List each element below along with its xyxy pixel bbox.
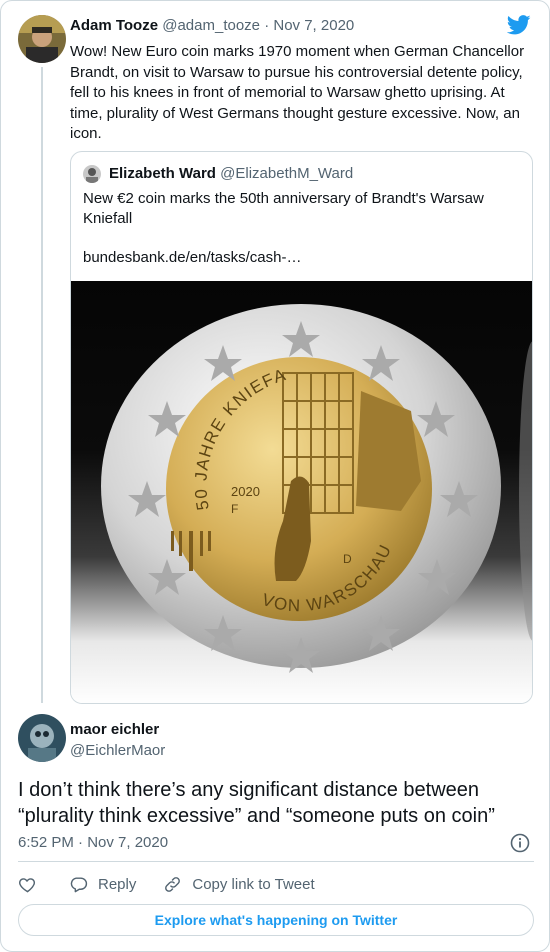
thread-connector-line: [41, 67, 43, 703]
avatar-maor-eichler[interactable]: [18, 714, 66, 762]
reply-author-handle[interactable]: @EichlerMaor: [70, 742, 165, 759]
copy-link-button[interactable]: Copy link to Tweet: [163, 875, 315, 894]
quoted-tweet-link[interactable]: bundesbank.de/en/tasks/cash-…: [83, 249, 301, 266]
parent-tweet-text: Wow! New Euro coin marks 1970 moment whe…: [70, 43, 525, 142]
quoted-tweet-text: New €2 coin marks the 50th anniversary o…: [83, 190, 484, 227]
coin-mint-mark-left: F: [231, 502, 238, 516]
author-handle[interactable]: @adam_tooze: [162, 17, 260, 34]
quoted-tweet-header: Elizabeth Ward @ElizabethM_Ward: [109, 165, 353, 182]
twitter-bird-icon[interactable]: [506, 15, 531, 35]
copy-link-label: Copy link to Tweet: [192, 875, 315, 893]
link-icon: [165, 876, 181, 892]
explore-twitter-button[interactable]: Explore what's happening on Twitter: [18, 904, 534, 936]
avatar-adam-tooze[interactable]: [18, 15, 66, 63]
action-bar: Reply Copy link to Tweet: [18, 871, 315, 897]
coin-year: 2020: [231, 484, 260, 499]
tweet-date[interactable]: Nov 7, 2020: [273, 17, 354, 34]
reply-bubble-icon: [70, 876, 88, 892]
quoted-author-display-name: Elizabeth Ward: [109, 165, 216, 182]
second-coin-edge: [519, 341, 532, 641]
divider: [18, 861, 534, 862]
reply-timestamp[interactable]: 6:52 PM · Nov 7, 2020: [18, 834, 168, 851]
quoted-author-handle: @ElizabethM_Ward: [220, 165, 354, 182]
parent-tweet-header: Adam Tooze @adam_tooze · Nov 7, 2020: [70, 17, 354, 34]
heart-icon: [19, 877, 35, 892]
reply-label: Reply: [98, 875, 137, 893]
reply-tweet-text: I don’t think there’s any significant di…: [18, 779, 495, 827]
author-display-name[interactable]: Adam Tooze: [70, 17, 158, 34]
meta-separator: ·: [260, 17, 274, 34]
info-icon[interactable]: [510, 833, 530, 853]
reply-button[interactable]: Reply: [69, 875, 136, 894]
like-button[interactable]: [18, 875, 37, 894]
quoted-tweet[interactable]: Elizabeth Ward @ElizabethM_Ward New €2 c…: [70, 151, 533, 704]
embedded-tweet-card: Adam Tooze @adam_tooze · Nov 7, 2020 Wow…: [0, 0, 550, 952]
reply-author-display-name[interactable]: maor eichler: [70, 721, 159, 738]
coin-image[interactable]: 50 JAHRE KNIEFALL VON WARSCHAU 2020 F D: [71, 281, 532, 703]
avatar-elizabeth-ward: [83, 165, 101, 183]
coin-mint-mark-right: D: [343, 552, 352, 566]
